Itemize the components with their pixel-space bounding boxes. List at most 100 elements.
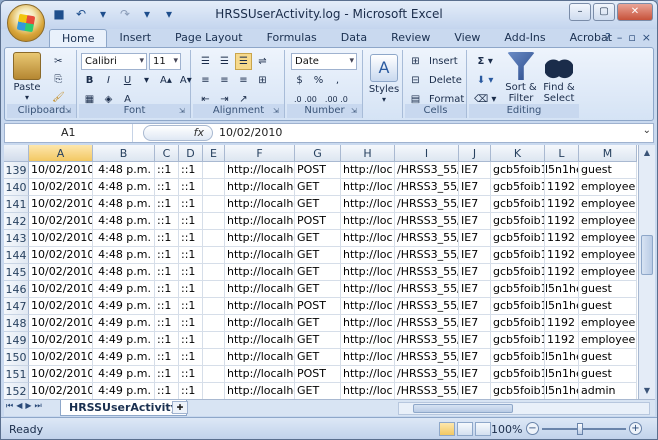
ribbon-close-icon[interactable]: × bbox=[642, 31, 651, 44]
cell-c[interactable]: ::1 bbox=[155, 298, 179, 315]
cell-h[interactable]: http://loc bbox=[341, 264, 395, 281]
cell-d[interactable]: ::1 bbox=[179, 162, 203, 179]
cell-b[interactable]: 4:49 p.m. bbox=[93, 298, 155, 315]
cell-f[interactable]: http://localho bbox=[225, 179, 295, 196]
cell-f[interactable]: http://localho bbox=[225, 247, 295, 264]
cell-a[interactable]: 10/02/2010 bbox=[29, 349, 93, 366]
row-header[interactable]: 145 bbox=[4, 264, 29, 281]
cell-e[interactable] bbox=[203, 332, 225, 349]
cell-e[interactable] bbox=[203, 230, 225, 247]
zoom-slider-track[interactable] bbox=[542, 428, 626, 430]
cell-j[interactable]: IE7 bbox=[459, 349, 491, 366]
tab-add-ins[interactable]: Add-Ins bbox=[492, 29, 557, 47]
cell-f[interactable]: http://localho bbox=[225, 162, 295, 179]
dialog-launcher-icon[interactable]: ⇲ bbox=[179, 107, 188, 116]
cell-b[interactable]: 4:48 p.m. bbox=[93, 213, 155, 230]
cell-g[interactable]: GET bbox=[295, 230, 341, 247]
tab-formulas[interactable]: Formulas bbox=[255, 29, 329, 47]
office-button[interactable] bbox=[7, 4, 45, 42]
cell-a[interactable]: 10/02/2010 bbox=[29, 264, 93, 281]
cell-h[interactable]: http://loc bbox=[341, 230, 395, 247]
cell-d[interactable]: ::1 bbox=[179, 349, 203, 366]
cell-h[interactable]: http://loc bbox=[341, 298, 395, 315]
cell-i[interactable]: /HRSS3_55/I bbox=[395, 179, 459, 196]
cell-b[interactable]: 4:49 p.m. bbox=[93, 349, 155, 366]
tab-review[interactable]: Review bbox=[379, 29, 442, 47]
cell-h[interactable]: http://loc bbox=[341, 366, 395, 383]
align-left-icon[interactable]: ≡ bbox=[197, 72, 214, 89]
vertical-scrollbar[interactable]: ▲ ▼ bbox=[638, 145, 655, 399]
cell-f[interactable]: http://localho bbox=[225, 264, 295, 281]
dropdown-icon[interactable]: ▾ bbox=[95, 6, 111, 22]
cell-k[interactable]: gcb5foib1 bbox=[491, 349, 545, 366]
cell-b[interactable]: 4:48 p.m. bbox=[93, 162, 155, 179]
cell-k[interactable]: gcb5foib1 bbox=[491, 264, 545, 281]
cell-g[interactable]: GET bbox=[295, 179, 341, 196]
cell-k[interactable]: gcb5foib1 bbox=[491, 383, 545, 399]
cell-a[interactable]: 10/02/2010 bbox=[29, 230, 93, 247]
cell-h[interactable]: http://loc bbox=[341, 213, 395, 230]
dropdown-icon[interactable]: ▾ bbox=[139, 6, 155, 22]
cell-j[interactable]: IE7 bbox=[459, 264, 491, 281]
cell-e[interactable] bbox=[203, 247, 225, 264]
cell-g[interactable]: GET bbox=[295, 264, 341, 281]
cell-b[interactable]: 4:48 p.m. bbox=[93, 264, 155, 281]
fill-icon[interactable]: ⬇ ▾ bbox=[474, 72, 497, 89]
cell-e[interactable] bbox=[203, 196, 225, 213]
sheet-tab-hrssuseractivity[interactable]: HRSSUserActivity bbox=[60, 400, 187, 416]
cell-m[interactable]: guest bbox=[579, 281, 637, 298]
cell-d[interactable]: ::1 bbox=[179, 213, 203, 230]
row-header[interactable]: 150 bbox=[4, 349, 29, 366]
cell-m[interactable]: guest bbox=[579, 162, 637, 179]
cell-b[interactable]: 4:48 p.m. bbox=[93, 179, 155, 196]
cell-e[interactable] bbox=[203, 315, 225, 332]
cell-i[interactable]: /HRSS3_55/I bbox=[395, 162, 459, 179]
normal-view-button[interactable] bbox=[439, 422, 455, 436]
cell-m[interactable]: guest bbox=[579, 349, 637, 366]
cell-c[interactable]: ::1 bbox=[155, 179, 179, 196]
column-header-e[interactable]: E bbox=[203, 145, 225, 162]
cell-m[interactable]: employee bbox=[579, 315, 637, 332]
cell-f[interactable]: http://localho bbox=[225, 315, 295, 332]
cell-k[interactable]: gcb5foib1 bbox=[491, 298, 545, 315]
help-icon[interactable]: ? bbox=[605, 31, 611, 44]
cell-k[interactable]: gcb5foib1 bbox=[491, 281, 545, 298]
grow-font-icon[interactable]: A▴ bbox=[157, 72, 175, 89]
cell-j[interactable]: IE7 bbox=[459, 179, 491, 196]
autosum-icon[interactable]: Σ ▾ bbox=[475, 53, 496, 70]
cell-l[interactable]: 1192 bbox=[545, 213, 579, 230]
column-header-j[interactable]: J bbox=[459, 145, 491, 162]
cell-m[interactable]: employee bbox=[579, 179, 637, 196]
row-header[interactable]: 147 bbox=[4, 298, 29, 315]
cell-e[interactable] bbox=[203, 281, 225, 298]
row-header[interactable]: 139 bbox=[4, 162, 29, 179]
column-header-i[interactable]: I bbox=[395, 145, 459, 162]
cell-e[interactable] bbox=[203, 264, 225, 281]
cell-k[interactable]: gcb5foib1 bbox=[491, 366, 545, 383]
prev-sheet-icon[interactable]: ◀ bbox=[16, 401, 22, 411]
cell-d[interactable]: ::1 bbox=[179, 298, 203, 315]
cell-c[interactable]: ::1 bbox=[155, 230, 179, 247]
cell-f[interactable]: http://localho bbox=[225, 230, 295, 247]
cell-c[interactable]: ::1 bbox=[155, 366, 179, 383]
cell-f[interactable]: http://localho bbox=[225, 349, 295, 366]
cell-m[interactable]: employee bbox=[579, 196, 637, 213]
cell-l[interactable]: 1192 bbox=[545, 230, 579, 247]
cell-b[interactable]: 4:49 p.m. bbox=[93, 315, 155, 332]
column-header-b[interactable]: B bbox=[93, 145, 155, 162]
cell-i[interactable]: /HRSS3_55/I bbox=[395, 230, 459, 247]
cell-h[interactable]: http://loc bbox=[341, 349, 395, 366]
cell-g[interactable]: GET bbox=[295, 315, 341, 332]
column-header-g[interactable]: G bbox=[295, 145, 341, 162]
insert-cells-icon[interactable]: ⊞ bbox=[407, 53, 424, 70]
italic-button[interactable]: I bbox=[100, 72, 117, 89]
row-header[interactable]: 146 bbox=[4, 281, 29, 298]
cell-i[interactable]: /HRSS3_55/I bbox=[395, 315, 459, 332]
cell-l[interactable]: 1192 bbox=[545, 332, 579, 349]
cell-l[interactable]: l5n1he bbox=[545, 162, 579, 179]
cell-d[interactable]: ::1 bbox=[179, 332, 203, 349]
cell-g[interactable]: POST bbox=[295, 298, 341, 315]
find-select-button[interactable]: Find & Select bbox=[541, 52, 577, 104]
insert-cells-button[interactable]: Insert bbox=[426, 53, 461, 70]
cell-e[interactable] bbox=[203, 213, 225, 230]
